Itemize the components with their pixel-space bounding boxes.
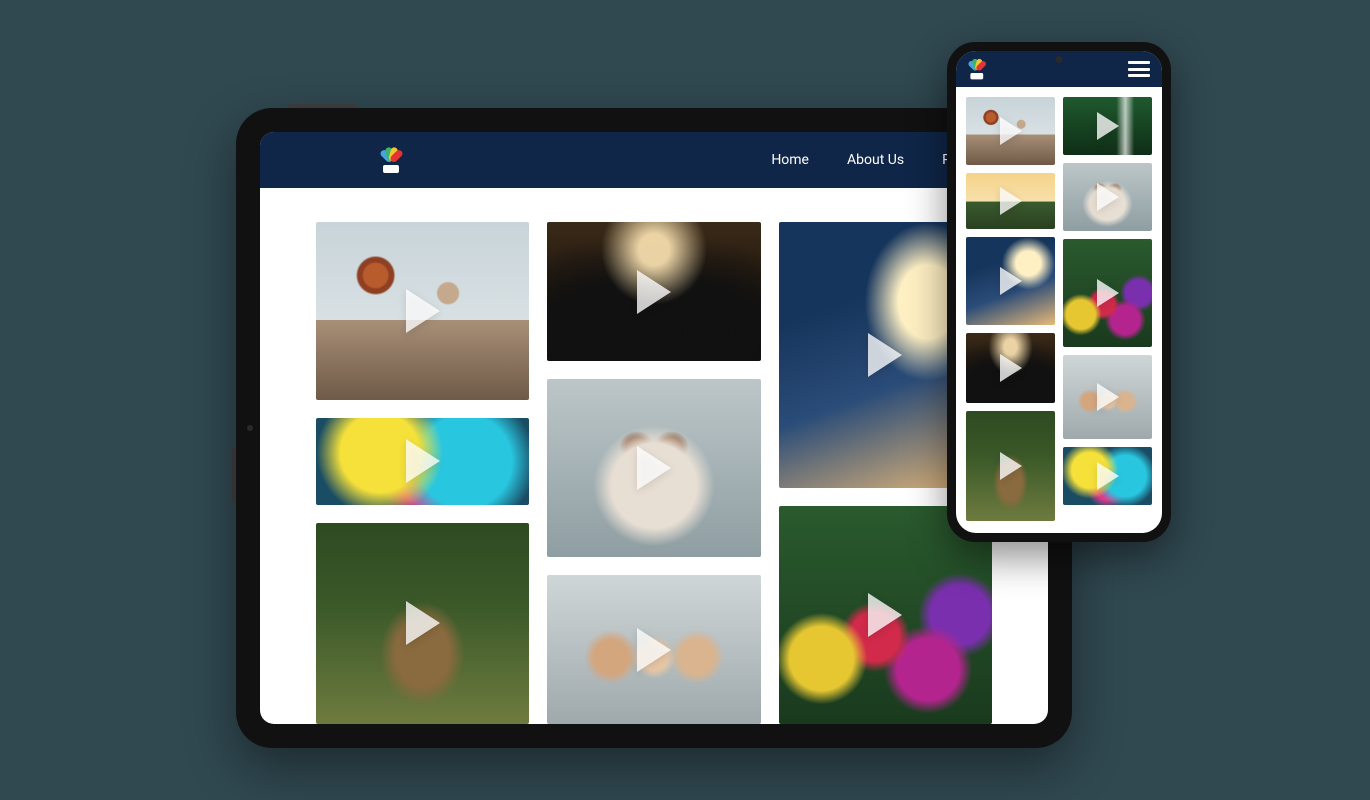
- video-tile-hot-air-balloons[interactable]: [966, 97, 1055, 165]
- play-icon: [406, 439, 440, 483]
- play-icon: [1097, 462, 1119, 490]
- video-tile-people-at-sunset[interactable]: [966, 237, 1055, 325]
- play-icon: [637, 446, 671, 490]
- nav-link-about-us[interactable]: About Us: [847, 152, 904, 168]
- video-tile-happy-dog[interactable]: [547, 379, 760, 557]
- play-icon: [868, 333, 902, 377]
- play-icon: [1000, 187, 1022, 215]
- video-tile-hot-air-balloons[interactable]: [316, 222, 529, 400]
- play-icon: [1097, 112, 1119, 140]
- video-tile-deer-in-forest[interactable]: [316, 523, 529, 724]
- app-logo-icon[interactable]: [968, 59, 986, 80]
- tablet-gallery-col-1: [316, 222, 529, 724]
- tablet-video-gallery: [260, 188, 1048, 724]
- tablet-screen: HomeAbout UsPlansC: [260, 132, 1048, 724]
- phone-gallery-col-1: [966, 97, 1055, 523]
- play-icon: [1097, 279, 1119, 307]
- play-icon: [1000, 117, 1022, 145]
- play-icon: [1000, 354, 1022, 382]
- phone-video-gallery: [956, 87, 1162, 533]
- video-tile-sunset-field[interactable]: [966, 173, 1055, 229]
- hamburger-menu-icon[interactable]: [1128, 61, 1150, 77]
- play-icon: [637, 628, 671, 672]
- video-tile-group-of-friends[interactable]: [1063, 355, 1152, 439]
- tablet-gallery-col-2: [547, 222, 760, 724]
- tablet-camera-dot: [247, 425, 253, 431]
- video-tile-tulip-field[interactable]: [779, 506, 992, 724]
- video-tile-happy-dog[interactable]: [1063, 163, 1152, 231]
- video-tile-waterfall[interactable]: [1063, 97, 1152, 155]
- app-logo-icon[interactable]: [380, 147, 402, 173]
- play-icon: [1097, 383, 1119, 411]
- play-icon: [1000, 267, 1022, 295]
- play-icon: [637, 270, 671, 314]
- phone-gallery-col-2: [1063, 97, 1152, 523]
- video-tile-deer-in-forest[interactable]: [966, 411, 1055, 521]
- play-icon: [406, 289, 440, 333]
- video-tile-concert-crowd[interactable]: [547, 222, 760, 361]
- video-tile-tulip-field[interactable]: [1063, 239, 1152, 347]
- phone-camera-dot: [1056, 56, 1063, 63]
- video-tile-color-festival[interactable]: [316, 418, 529, 504]
- tablet-navbar: HomeAbout UsPlansC: [260, 132, 1048, 188]
- play-icon: [1000, 452, 1022, 480]
- phone-device-frame: [947, 42, 1171, 542]
- video-tile-concert-crowd[interactable]: [966, 333, 1055, 403]
- video-tile-group-of-friends[interactable]: [547, 575, 760, 724]
- video-tile-color-festival[interactable]: [1063, 447, 1152, 505]
- play-icon: [406, 601, 440, 645]
- phone-screen: [956, 51, 1162, 533]
- nav-link-home[interactable]: Home: [771, 152, 809, 168]
- play-icon: [1097, 183, 1119, 211]
- play-icon: [868, 593, 902, 637]
- tablet-volume-buttons: [288, 104, 358, 108]
